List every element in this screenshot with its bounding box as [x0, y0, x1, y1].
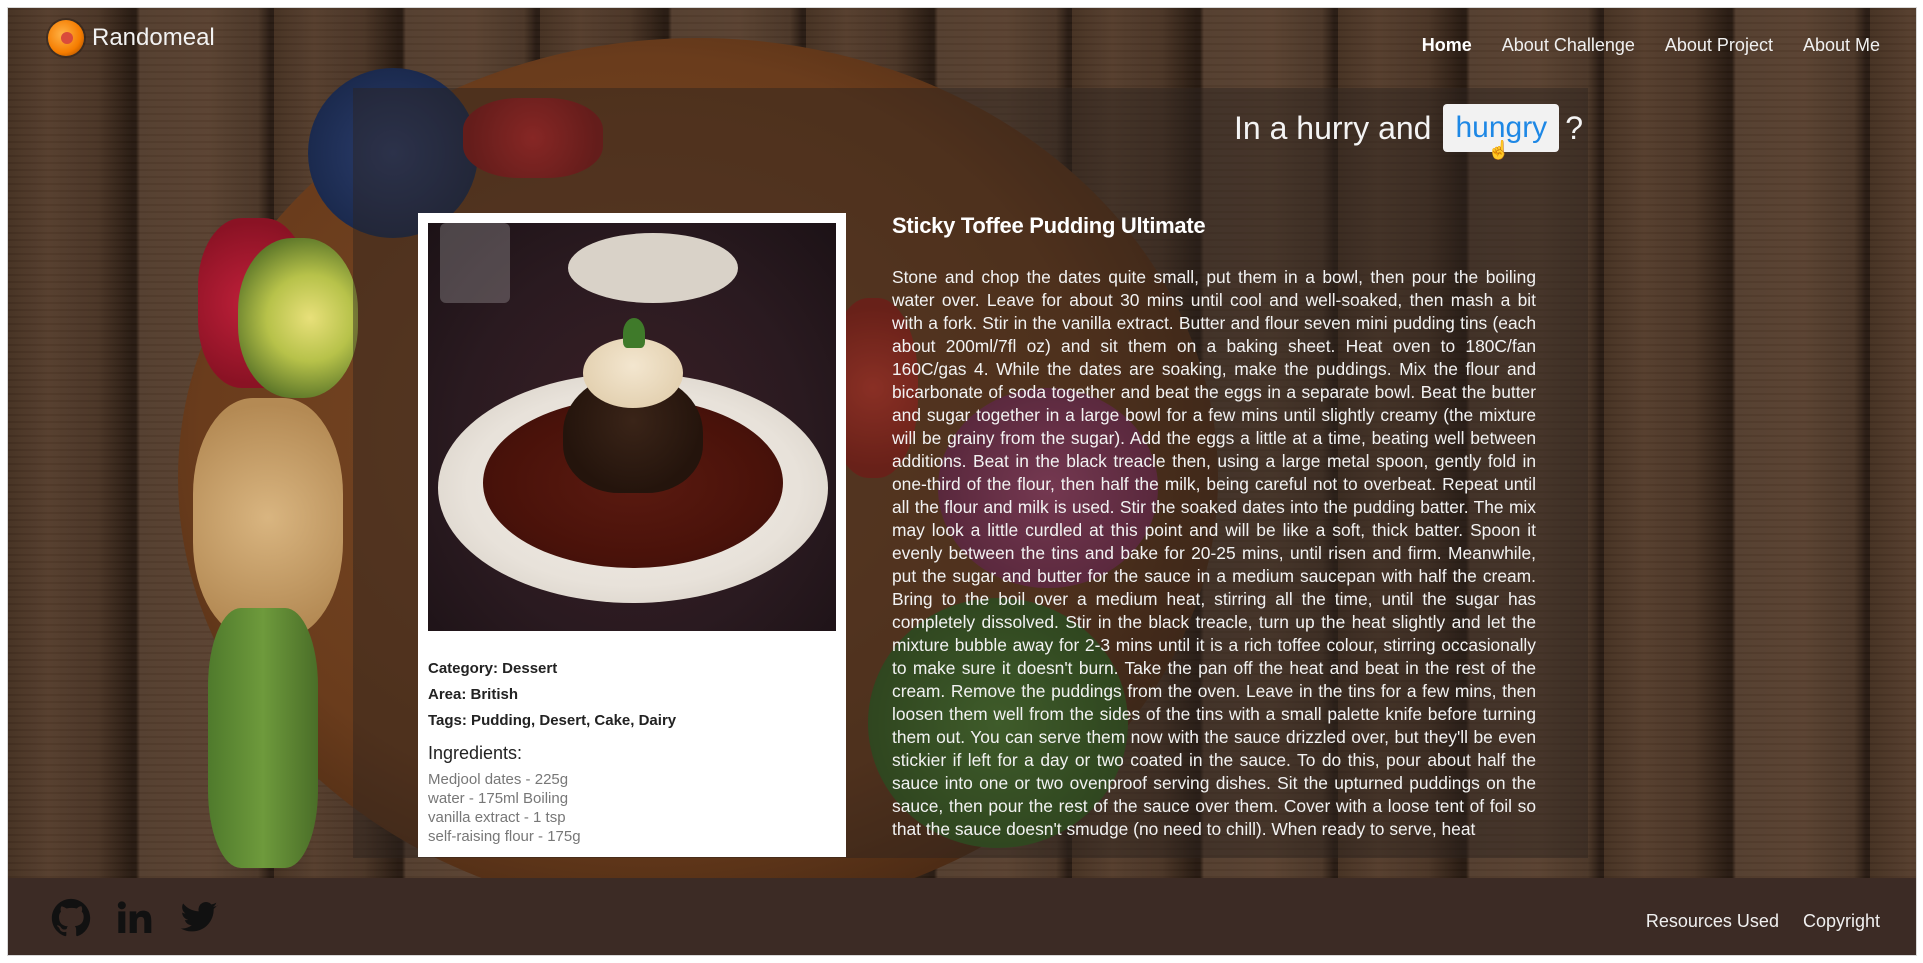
food-plate-logo-icon: [48, 20, 84, 56]
ingredient-item: vanilla extract - 1 tsp: [428, 809, 566, 826]
github-icon[interactable]: [50, 898, 92, 938]
main-nav: Home About Challenge About Project About…: [1422, 35, 1880, 56]
headline-suffix: ?: [1565, 109, 1583, 146]
nav-item-about-project[interactable]: About Project: [1665, 35, 1773, 56]
ingredient-item: water - 175ml Boiling: [428, 790, 569, 807]
recipe-meta: Category: Dessert Area: British Tags: Pu…: [428, 660, 676, 846]
recipe-instructions[interactable]: Stone and chop the dates quite small, pu…: [892, 266, 1536, 856]
avocado-image: [238, 238, 358, 398]
footer-link-resources[interactable]: Resources Used: [1646, 911, 1779, 932]
footer: Resources Used Copyright: [8, 878, 1916, 955]
dish-image: [568, 233, 738, 303]
headline-lead: In a hurry and: [1234, 109, 1432, 146]
linkedin-icon[interactable]: [114, 898, 156, 938]
hungry-button[interactable]: hungry ☝: [1443, 104, 1560, 160]
chickpeas-image: [193, 398, 343, 638]
nav-item-about-me[interactable]: About Me: [1803, 35, 1880, 56]
ingredients-title: Ingredients:: [428, 743, 523, 763]
recipe-card: Category: Dessert Area: British Tags: Pu…: [418, 213, 846, 857]
brand[interactable]: Randomeal: [48, 20, 215, 56]
cream-image: [583, 338, 683, 408]
footer-links: Resources Used Copyright: [1646, 911, 1880, 932]
nav-item-about-challenge[interactable]: About Challenge: [1502, 35, 1635, 56]
recipe-title: Sticky Toffee Pudding Ultimate: [892, 213, 1206, 238]
brand-name: Randomeal: [92, 24, 215, 51]
twitter-icon[interactable]: [178, 898, 220, 938]
social-links: [50, 898, 220, 938]
ingredient-item: self-raising flour - 175g: [428, 828, 581, 845]
headline: In a hurry and hungry ☝ ?: [1234, 104, 1583, 160]
hand-cursor-icon: ☝: [1487, 140, 1510, 160]
mint-image: [623, 318, 645, 348]
glass-image: [440, 223, 510, 303]
recipe-category: Category: Dessert: [428, 660, 558, 677]
recipe-area: Area: British: [428, 686, 519, 703]
footer-link-copyright[interactable]: Copyright: [1803, 911, 1880, 932]
recipe-photo: [428, 223, 836, 631]
nav-item-home[interactable]: Home: [1422, 35, 1472, 56]
app-frame: Randomeal Home About Challenge About Pro…: [8, 8, 1916, 955]
recipe-tags: Tags: Pudding, Desert, Cake, Dairy: [428, 712, 677, 729]
asparagus-image: [208, 608, 318, 868]
ingredient-item: Medjool dates - 225g: [428, 771, 569, 788]
